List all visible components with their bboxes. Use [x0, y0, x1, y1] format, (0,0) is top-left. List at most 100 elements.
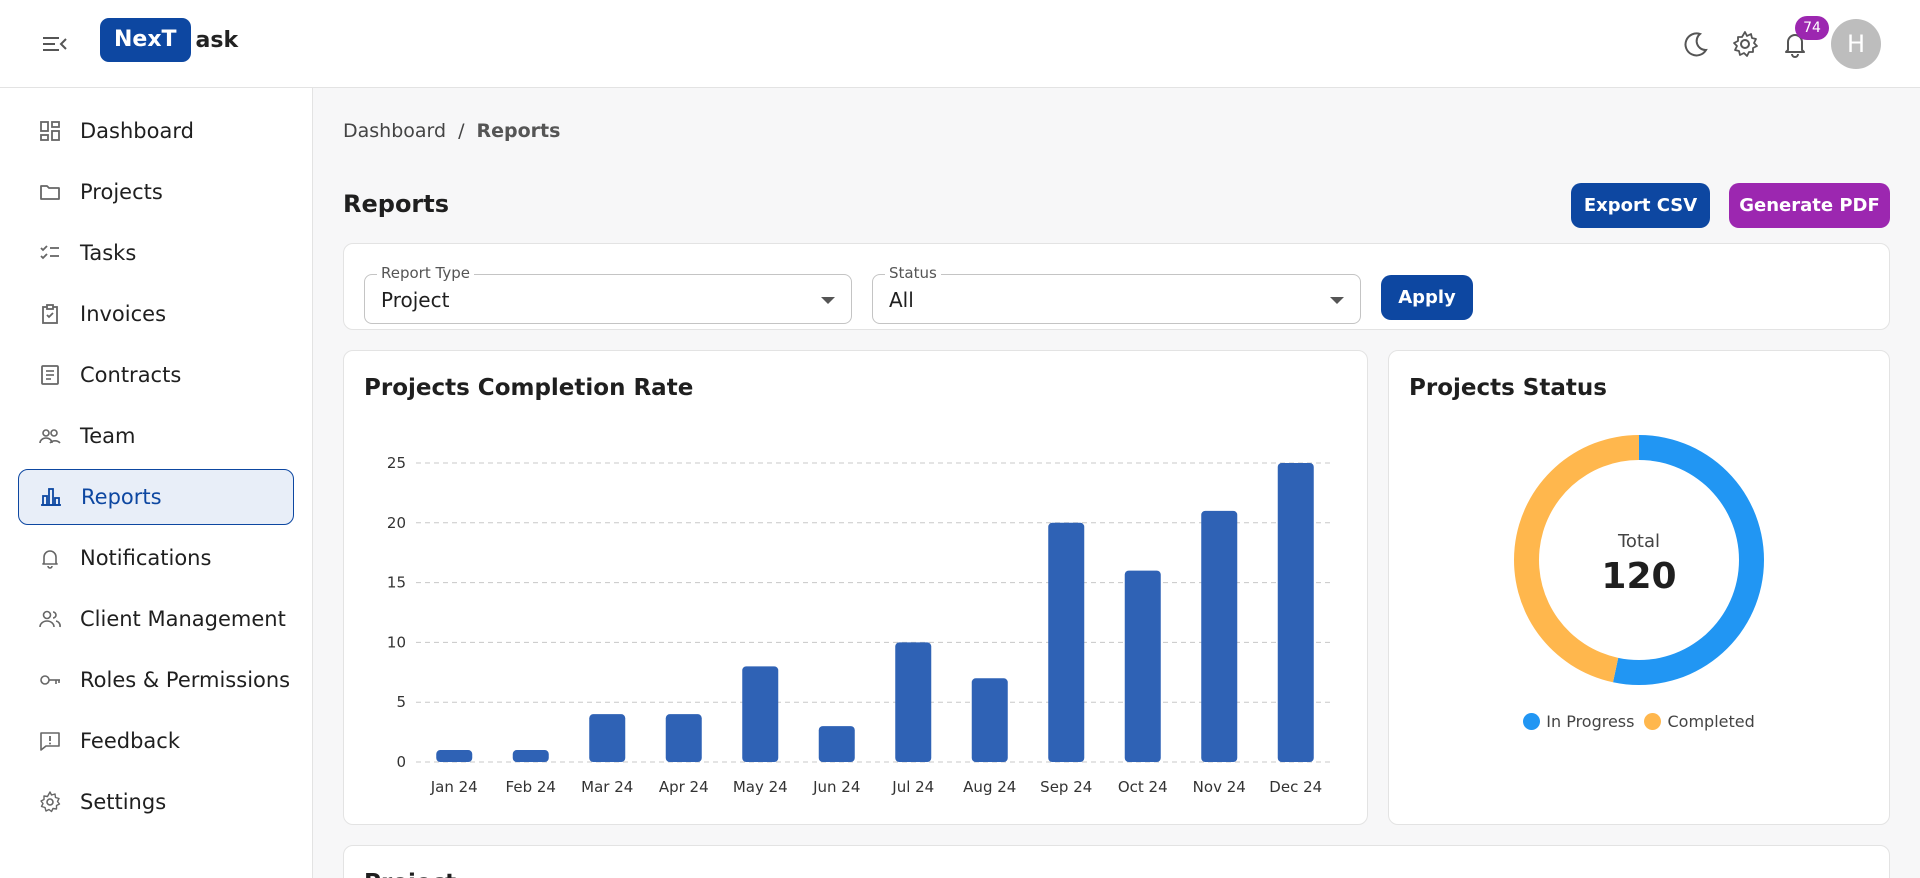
sidebar-item-label: Contracts — [80, 363, 182, 387]
sidebar-item-label: Reports — [81, 485, 162, 509]
x-tick-label: Aug 24 — [963, 778, 1016, 796]
sidebar-item-label: Client Management — [80, 607, 286, 631]
bar[interactable] — [895, 642, 932, 762]
sidebar-item-roles-permissions[interactable]: Roles & Permissions — [18, 652, 294, 708]
dashboard-icon — [40, 121, 60, 141]
x-tick-label: Feb 24 — [506, 778, 556, 796]
status-legend: In Progress Completed — [1389, 712, 1889, 731]
legend-label-in-progress: In Progress — [1546, 712, 1635, 731]
logo-box: NexT — [100, 18, 191, 62]
x-tick-label: Jun 24 — [812, 778, 860, 796]
x-tick-label: Nov 24 — [1193, 778, 1246, 796]
sidebar-item-team[interactable]: Team — [18, 408, 294, 464]
sidebar-item-label: Tasks — [80, 241, 137, 265]
bar[interactable] — [742, 666, 779, 762]
legend-item-completed[interactable]: Completed — [1644, 712, 1755, 731]
sidebar-item-feedback[interactable]: Feedback — [18, 713, 294, 769]
y-tick-label: 5 — [396, 693, 406, 711]
gear-icon[interactable] — [1729, 28, 1761, 60]
chevron-down-icon — [821, 297, 835, 304]
sidebar-item-label: Notifications — [80, 546, 212, 570]
project-table-card: Project — [343, 845, 1890, 878]
breadcrumb: Dashboard / Reports — [343, 120, 560, 142]
bell-icon — [42, 550, 58, 569]
generate-pdf-button[interactable]: Generate PDF — [1729, 183, 1890, 228]
y-tick-label: 0 — [396, 753, 406, 771]
breadcrumb-separator: / — [458, 120, 465, 142]
app-logo[interactable]: NexT ask — [100, 18, 238, 62]
report-type-value: Project — [381, 288, 450, 312]
project-table-title: Project — [364, 870, 456, 878]
y-tick-label: 25 — [387, 454, 406, 472]
sidebar-item-client-management[interactable]: Client Management — [18, 591, 294, 647]
bar[interactable] — [1201, 510, 1238, 762]
moon-icon[interactable] — [1680, 28, 1712, 60]
sidebar-item-settings[interactable]: Settings — [18, 774, 294, 830]
feedback-icon — [40, 732, 60, 751]
sidebar: Dashboard Projects Tasks Invoices Contra… — [0, 88, 313, 878]
x-tick-label: Jan 24 — [430, 778, 478, 796]
bar-chart-icon — [41, 488, 61, 506]
clipboard-check-icon — [42, 304, 58, 324]
x-tick-label: Mar 24 — [581, 778, 633, 796]
legend-label-completed: Completed — [1667, 712, 1755, 731]
bar[interactable] — [512, 750, 549, 762]
breadcrumb-current: Reports — [476, 120, 561, 142]
sidebar-item-label: Settings — [80, 790, 167, 814]
apply-button[interactable]: Apply — [1381, 275, 1473, 320]
chevron-down-icon — [1330, 297, 1344, 304]
y-tick-label: 15 — [387, 574, 406, 592]
team-icon — [39, 429, 61, 444]
sidebar-item-label: Team — [80, 424, 136, 448]
x-tick-label: Apr 24 — [659, 778, 709, 796]
sidebar-item-label: Roles & Permissions — [80, 668, 291, 692]
bar[interactable] — [665, 714, 702, 762]
key-icon — [40, 675, 60, 685]
bar[interactable] — [1124, 570, 1161, 762]
status-value: All — [889, 288, 914, 312]
menu-collapse-icon[interactable] — [40, 30, 68, 58]
filter-card: Report Type Project Status All Apply — [343, 243, 1890, 330]
sidebar-item-tasks[interactable]: Tasks — [18, 225, 294, 281]
donut-total-value: 120 — [1601, 556, 1677, 597]
gear-icon — [40, 791, 61, 813]
report-type-label: Report Type — [377, 264, 474, 282]
bar[interactable] — [1048, 522, 1085, 762]
checklist-icon — [40, 245, 59, 260]
bar[interactable] — [1277, 463, 1314, 762]
report-type-select[interactable]: Report Type Project — [364, 264, 852, 324]
sidebar-item-projects[interactable]: Projects — [18, 164, 294, 220]
sidebar-item-label: Invoices — [80, 302, 167, 326]
legend-dot-completed — [1644, 713, 1662, 730]
status-select[interactable]: Status All — [872, 264, 1361, 324]
bar[interactable] — [436, 750, 473, 762]
y-tick-label: 20 — [387, 514, 406, 532]
status-label: Status — [885, 264, 941, 282]
completion-rate-card: Projects Completion Rate 0 5 10 15 20 25 Jan 2… — [343, 350, 1368, 825]
legend-item-in-progress[interactable]: In Progress — [1523, 712, 1634, 731]
bar[interactable] — [971, 678, 1008, 762]
app-header: NexT ask 74 H — [0, 0, 1920, 88]
breadcrumb-link-dashboard[interactable]: Dashboard — [343, 120, 446, 142]
completion-rate-chart: 0 5 10 15 20 25 Jan 24 Feb 24 Mar 24 Apr 24 May 24… — [387, 454, 1334, 796]
export-csv-button[interactable]: Export CSV — [1571, 183, 1710, 228]
sidebar-item-label: Dashboard — [80, 119, 194, 143]
clients-icon — [39, 610, 61, 628]
page-title: Reports — [343, 190, 450, 218]
sidebar-item-label: Feedback — [80, 729, 181, 753]
avatar[interactable]: H — [1831, 19, 1881, 69]
sidebar-item-reports[interactable]: Reports — [18, 469, 294, 525]
sidebar-item-notifications[interactable]: Notifications — [18, 530, 294, 586]
y-tick-label: 10 — [387, 633, 406, 651]
folder-icon — [40, 185, 60, 200]
x-tick-label: Sep 24 — [1040, 778, 1092, 796]
bar[interactable] — [589, 714, 626, 762]
sidebar-item-invoices[interactable]: Invoices — [18, 286, 294, 342]
donut-total-label: Total — [1617, 531, 1661, 552]
x-tick-label: Jul 24 — [891, 778, 934, 796]
x-tick-label: Dec 24 — [1269, 778, 1322, 796]
sidebar-item-label: Projects — [80, 180, 163, 204]
bar[interactable] — [818, 726, 855, 762]
sidebar-item-contracts[interactable]: Contracts — [18, 347, 294, 403]
sidebar-item-dashboard[interactable]: Dashboard — [18, 103, 294, 159]
